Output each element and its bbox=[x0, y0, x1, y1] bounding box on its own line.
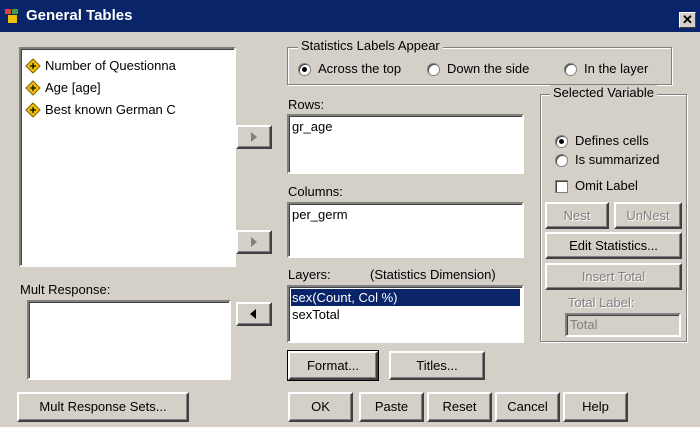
radio-label: Down the side bbox=[447, 61, 530, 76]
button-label: Titles... bbox=[416, 358, 458, 373]
columns-label: Columns: bbox=[288, 184, 343, 199]
insert-total-button[interactable]: Insert Total bbox=[545, 263, 682, 290]
button-label: UnNest bbox=[626, 208, 670, 223]
radio-in-the-layer[interactable] bbox=[564, 63, 577, 76]
list-item-selected[interactable]: sex(Count, Col %) bbox=[291, 289, 520, 306]
variable-label: Age [age] bbox=[45, 80, 101, 95]
layers-list[interactable]: sex(Count, Col %) sexTotal bbox=[287, 285, 524, 343]
radio-across-the-top[interactable] bbox=[298, 63, 311, 76]
title-bar[interactable]: General Tables ✕ bbox=[0, 0, 700, 32]
close-button[interactable]: ✕ bbox=[679, 12, 696, 28]
selected-variable-title: Selected Variable bbox=[550, 85, 657, 100]
columns-list[interactable]: per_germ bbox=[287, 202, 524, 258]
radio-label: In the layer bbox=[584, 61, 649, 76]
list-item[interactable]: sexTotal bbox=[292, 307, 340, 322]
mult-response-label: Mult Response: bbox=[20, 282, 111, 297]
mult-response-sets-button[interactable]: Mult Response Sets... bbox=[17, 392, 189, 422]
button-label: Insert Total bbox=[581, 269, 646, 284]
radio-down-the-side[interactable] bbox=[427, 63, 440, 76]
button-label: Cancel bbox=[507, 399, 548, 414]
format-button[interactable]: Format... bbox=[287, 350, 379, 381]
cancel-button[interactable]: Cancel bbox=[495, 392, 560, 422]
total-label-value: Total bbox=[570, 317, 598, 332]
statistics-dimension-label: (Statistics Dimension) bbox=[370, 267, 496, 282]
button-label: Paste bbox=[374, 399, 409, 414]
mult-response-list[interactable] bbox=[27, 300, 231, 380]
move-to-columns-button[interactable] bbox=[236, 230, 272, 254]
list-item-label: sex(Count, Col %) bbox=[292, 290, 398, 305]
button-label: OK bbox=[311, 399, 330, 414]
arrow-left-icon bbox=[250, 309, 256, 319]
move-from-layers-button[interactable] bbox=[236, 302, 272, 326]
rows-label: Rows: bbox=[288, 97, 325, 112]
button-label: Mult Response Sets... bbox=[39, 399, 167, 414]
list-item[interactable]: gr_age bbox=[292, 119, 332, 134]
radio-label: Is summarized bbox=[575, 152, 660, 167]
ruler-scale-icon bbox=[25, 58, 41, 74]
nest-button[interactable]: Nest bbox=[545, 202, 609, 229]
radio-is-summarized[interactable] bbox=[555, 154, 568, 167]
radio-label: Across the top bbox=[318, 61, 402, 76]
layers-label: Layers: bbox=[288, 267, 331, 282]
arrow-right-icon bbox=[251, 237, 257, 247]
help-button[interactable]: Help bbox=[563, 392, 628, 422]
button-label: Nest bbox=[563, 208, 591, 223]
window-title: General Tables bbox=[26, 7, 133, 24]
general-tables-dialog: General Tables ✕ Number of Questionna Ag… bbox=[0, 0, 700, 427]
tables-app-icon bbox=[5, 9, 18, 23]
radio-defines-cells[interactable] bbox=[555, 135, 568, 148]
total-label-input[interactable]: Total bbox=[565, 313, 681, 337]
checkbox-label: Omit Label bbox=[575, 178, 638, 193]
button-label: Reset bbox=[442, 399, 477, 414]
total-label-caption: Total Label: bbox=[568, 295, 635, 310]
arrow-right-icon bbox=[251, 132, 257, 142]
edit-statistics-button[interactable]: Edit Statistics... bbox=[545, 232, 682, 259]
titles-button[interactable]: Titles... bbox=[389, 351, 485, 380]
variable-label: Number of Questionna bbox=[45, 58, 176, 73]
button-label: Help bbox=[582, 399, 609, 414]
variable-list[interactable]: Number of Questionna Age [age] Best know… bbox=[19, 47, 236, 267]
reset-button[interactable]: Reset bbox=[427, 392, 492, 422]
omit-label-checkbox[interactable] bbox=[555, 180, 568, 193]
list-item[interactable]: per_germ bbox=[292, 207, 348, 222]
ok-button[interactable]: OK bbox=[288, 392, 353, 422]
move-to-rows-button[interactable] bbox=[236, 125, 272, 149]
ruler-scale-icon bbox=[25, 102, 41, 118]
statistics-labels-title: Statistics Labels Appear bbox=[298, 38, 443, 53]
paste-button[interactable]: Paste bbox=[359, 392, 424, 422]
variable-label: Best known German C bbox=[45, 102, 176, 117]
button-label: Format... bbox=[306, 358, 359, 373]
rows-list[interactable]: gr_age bbox=[287, 114, 524, 174]
unnest-button[interactable]: UnNest bbox=[614, 202, 682, 229]
ruler-scale-icon bbox=[25, 80, 41, 96]
button-label: Edit Statistics... bbox=[569, 238, 658, 253]
radio-label: Defines cells bbox=[575, 133, 649, 148]
